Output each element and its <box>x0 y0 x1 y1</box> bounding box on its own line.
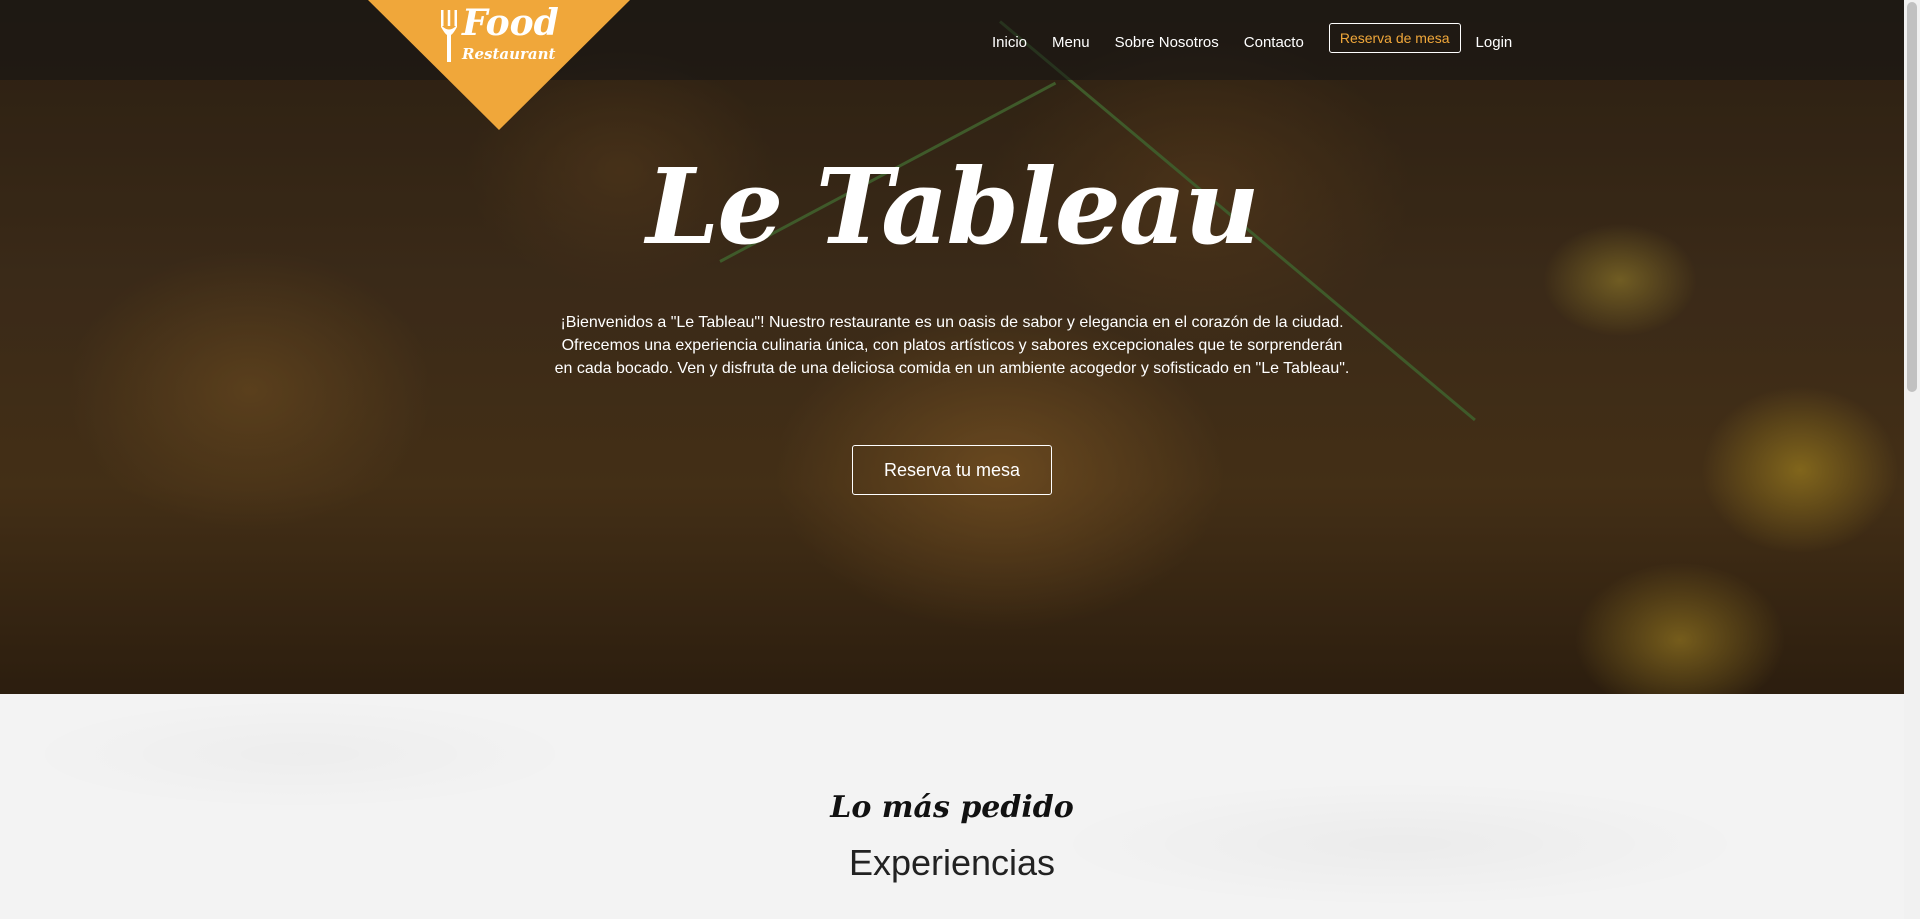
section-subtitle: Lo más pedido <box>830 790 1074 825</box>
navbar <box>0 0 1904 80</box>
nav-sobre-nosotros[interactable]: Sobre Nosotros <box>1115 34 1219 51</box>
nav-contacto[interactable]: Contacto <box>1244 34 1304 51</box>
main-navigation: Inicio Menu Sobre Nosotros Contacto Rese… <box>992 23 1513 53</box>
nav-menu[interactable]: Menu <box>1052 34 1090 51</box>
logo[interactable]: Food Restaurant <box>368 0 630 130</box>
popular-section: Lo más pedido Experiencias <box>0 694 1904 919</box>
section-title: Experiencias <box>848 842 1056 883</box>
fork-icon <box>440 10 458 62</box>
hero-title: Le Tableau <box>646 145 1260 268</box>
reserve-table-button[interactable]: Reserva de mesa <box>1328 23 1461 53</box>
logo-text-food: Food <box>462 2 559 44</box>
hero-description: ¡Bienvenidos a "Le Tableau"! Nuestro res… <box>554 314 1350 377</box>
nav-inicio[interactable]: Inicio <box>992 34 1027 51</box>
logo-text-restaurant: Restaurant <box>462 45 556 63</box>
login-link[interactable]: Login <box>1476 34 1513 51</box>
page-scrollbar[interactable] <box>1904 0 1920 919</box>
book-table-button[interactable]: Reserva tu mesa <box>852 445 1052 495</box>
scrollbar-thumb[interactable] <box>1907 2 1917 392</box>
